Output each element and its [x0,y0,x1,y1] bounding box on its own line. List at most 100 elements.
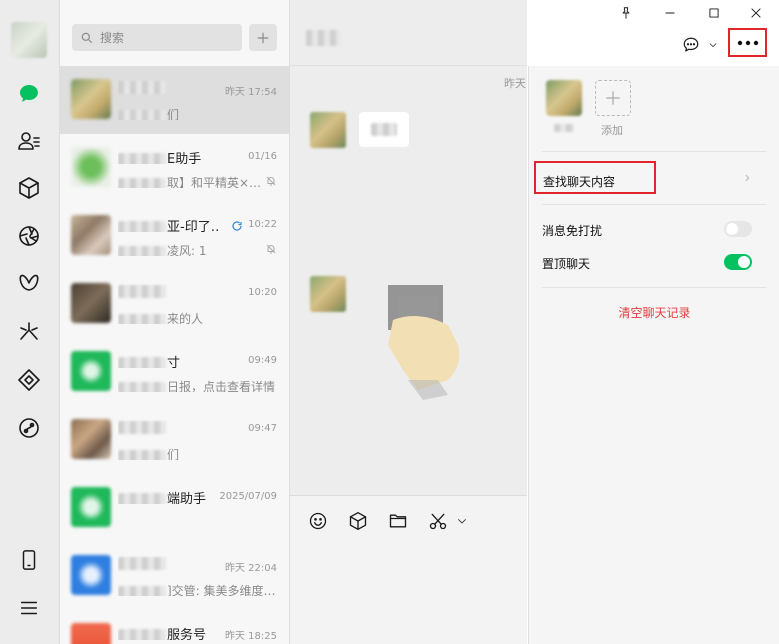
chat-item[interactable]: 09:47 们 [60,406,289,474]
add-member-button[interactable] [595,80,631,116]
chevron-down-icon[interactable] [451,510,473,532]
chat-avatar [71,623,111,644]
cube-icon[interactable] [347,510,369,532]
clear-chat-history-button[interactable]: 清空聊天记录 [529,304,779,321]
chat-icon[interactable] [14,79,44,109]
chat-item[interactable]: 服务号 昨天 18:25 [60,610,289,644]
chat-avatar [71,79,111,119]
chat-title [306,30,340,46]
chat-time: 2025/07/09 [219,491,277,502]
search-history-item[interactable]: 查找聊天内容 [543,173,615,190]
chat-item[interactable]: 寸 09:49 日报，点击查看详情 [60,338,289,406]
pin-chat-toggle[interactable] [724,254,752,270]
chat-name: 亚-印了… [118,216,218,232]
chat-preview: 日报，点击查看详情 [118,378,278,392]
emoji-icon[interactable] [307,510,329,532]
chat-name [118,420,218,436]
message-bubble[interactable] [359,112,409,147]
divider [542,151,766,152]
mute-bell-icon [266,244,276,254]
member-name [554,124,574,132]
chat-name [118,284,218,300]
scissors-icon[interactable] [427,510,449,532]
sticker-image[interactable] [378,285,478,405]
chat-item[interactable]: 昨天 22:04 ]交管: 集美多维度… [60,542,289,610]
chat-avatar [71,419,111,459]
close-icon[interactable] [745,2,767,24]
chat-item[interactable]: 端助手 2025/07/09 [60,474,289,542]
chat-name [118,556,218,572]
aperture-icon[interactable] [14,221,44,251]
chat-item[interactable]: 昨天 17:54 们 [60,66,289,134]
chat-name: 寸 [118,352,218,368]
search-placeholder: 搜索 [100,31,125,45]
contacts-icon[interactable] [14,126,44,156]
sync-icon [232,221,242,231]
chat-time: 昨天 22:04 [225,563,277,574]
left-rail [0,0,60,644]
mini-program-icon[interactable] [14,413,44,443]
sender-avatar[interactable] [310,112,346,148]
message-timestamp: 昨天 [504,77,526,90]
sender-avatar[interactable] [310,276,346,312]
chat-preview: ]交管: 集美多维度… [118,582,278,596]
chat-preview: 们 [118,106,278,120]
chat-bubble-icon[interactable] [680,36,702,54]
mute-notifications-label: 消息免打扰 [542,224,603,238]
member-avatar[interactable] [546,80,582,116]
chat-avatar [71,215,111,255]
plus-icon [606,91,620,105]
chat-preview: 取】和平精英×… [118,174,278,188]
chevron-right-icon [745,174,750,182]
mute-notifications-toggle[interactable] [724,221,752,237]
more-dots-icon [737,40,758,45]
chat-item[interactable]: 亚-印了… 10:22 凌风: 1 [60,202,289,270]
chat-name [118,80,218,96]
chevron-down-icon[interactable] [706,38,720,52]
add-chat-button[interactable] [249,24,277,51]
divider [542,204,766,205]
sparkle-icon[interactable] [14,317,44,347]
chat-item[interactable]: E助手 01/16 取】和平精英×… [60,134,289,202]
chat-header-divider [290,65,527,66]
chat-name: E助手 [118,148,218,164]
chat-avatar [71,283,111,323]
chat-preview: 们 [118,446,278,460]
user-avatar[interactable] [11,22,47,58]
chat-time: 01/16 [248,151,277,162]
chat-window: 昨天 [290,0,527,644]
chat-list: 搜索 昨天 17:54 们 E助手 01/16 取】和平精英×… 亚-印了… 1… [60,0,290,644]
chat-info-panel: 添加 查找聊天内容 消息免打扰 置顶聊天 清空聊天记录 [528,66,779,644]
pin-window-icon[interactable] [615,2,637,24]
folder-icon[interactable] [387,510,409,532]
chat-avatar [71,487,111,527]
chat-time: 09:47 [248,423,277,434]
chat-avatar [71,351,111,391]
maximize-icon[interactable] [703,2,725,24]
more-options-button[interactable] [728,28,767,57]
chat-preview: 凌风: 1 [118,242,278,256]
chat-item[interactable]: 10:20 来的人 [60,270,289,338]
search-input[interactable]: 搜索 [72,24,242,51]
search-icon [81,32,93,43]
chat-time: 昨天 18:25 [225,631,277,642]
chat-name: 端助手 [118,488,218,504]
chat-preview: 来的人 [118,310,278,324]
pin-chat-label: 置顶聊天 [542,257,591,271]
message-input-area[interactable] [290,496,527,644]
menu-icon[interactable] [14,593,44,623]
chat-time: 昨天 17:54 [225,87,277,98]
diamond-icon[interactable] [14,365,44,395]
chat-avatar [71,147,111,187]
plus-icon [257,32,269,43]
cube-icon[interactable] [14,173,44,203]
butterfly-icon[interactable] [14,268,44,298]
chat-time: 10:22 [248,219,277,230]
minimize-icon[interactable] [659,2,681,24]
add-member-label: 添加 [601,124,623,137]
divider [542,287,766,288]
chat-time: 10:20 [248,287,277,298]
chat-time: 09:49 [248,355,277,366]
mute-bell-icon [266,176,276,186]
phone-icon[interactable] [14,545,44,575]
